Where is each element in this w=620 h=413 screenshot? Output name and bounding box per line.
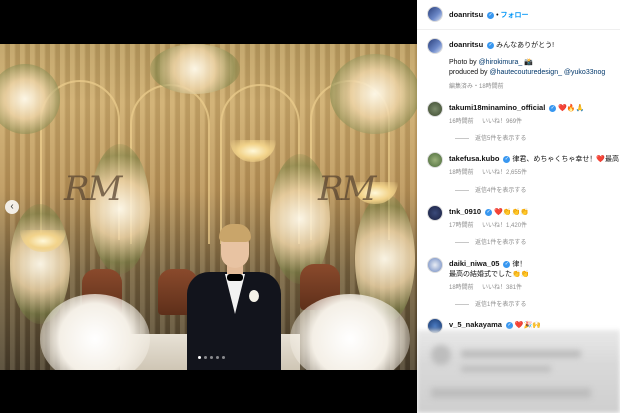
carousel-dot[interactable]	[216, 356, 219, 359]
comment-time[interactable]: 17時間前	[449, 223, 474, 229]
comment-time[interactable]: 18時間前	[449, 170, 474, 176]
comment-avatar[interactable]	[427, 152, 443, 168]
comment-line: tnk_0910 ✓ ❤️👏👏👏	[449, 207, 529, 216]
credit-photo: Photo by @hirokimura_ 📸	[449, 58, 533, 66]
boutonniere	[249, 290, 259, 302]
reply-line	[455, 189, 469, 191]
caption-text: みんなありがとう!	[496, 42, 555, 49]
carousel-dot[interactable]	[198, 356, 201, 359]
comment-username[interactable]: tnk_0910	[449, 207, 481, 216]
view-replies[interactable]: 返信1件を表示する	[455, 237, 526, 246]
avatar[interactable]	[427, 6, 443, 22]
floral-decor	[90, 144, 150, 274]
comment-text: 律君、めちゃくちゃ幸せ！❤️最高	[512, 156, 620, 163]
comment-line: daiki_niwa_05 ✓ 律！	[449, 259, 526, 269]
verified-icon: ✓	[503, 260, 511, 268]
monogram-right: RM	[318, 169, 376, 209]
comment-line: takumi18minamino_official ✓ ❤️🔥🙏	[449, 103, 584, 112]
reply-line	[455, 303, 469, 305]
comment-likes[interactable]: いいね！1,420件	[482, 223, 527, 229]
comment-likes[interactable]: いいね！381件	[482, 285, 522, 291]
comment-meta: 17時間前 いいね！1,420件	[449, 220, 527, 229]
floral-decor	[150, 44, 240, 94]
verified-icon: ✓	[549, 104, 557, 112]
groom-figure	[183, 224, 285, 370]
comment-line: takefusa.kubo ✓ 律君、めちゃくちゃ幸せ！❤️最高	[449, 154, 619, 164]
comment-meta: 16時間前 いいね！969件	[449, 116, 522, 125]
comment-avatar[interactable]	[427, 205, 443, 221]
comment-line: v_5_nakayama ✓ ❤️🎉🙌	[449, 320, 541, 329]
header-user: doanritsu ✓ • フォロー	[449, 10, 528, 20]
comment-time[interactable]: 18時間前	[449, 285, 474, 291]
media-pane: RM RM ‹	[0, 0, 417, 413]
carousel-dot[interactable]	[222, 356, 225, 359]
comment-avatar[interactable]	[427, 101, 443, 117]
comment-text-line2: 最高の結婚式でした👏👏	[449, 271, 530, 278]
post-side-panel: doanritsu ✓ • フォロー doanritsu ✓ みんなありがとう!…	[417, 0, 620, 413]
caption-username[interactable]: doanritsu	[449, 40, 483, 49]
comment-text: 律！	[512, 261, 527, 268]
view-replies-label[interactable]: 返信5件を表示する	[475, 136, 526, 142]
view-replies[interactable]: 返信1件を表示する	[455, 299, 526, 308]
comment-username[interactable]: takefusa.kubo	[449, 154, 499, 163]
comment-meta: 18時間前 いいね！2,655件	[449, 167, 527, 176]
verified-icon: ✓	[487, 11, 495, 19]
comment-username[interactable]: takumi18minamino_official	[449, 103, 545, 112]
camera-icon: 📸	[524, 59, 533, 66]
credit-produced: produced by @hautecouturedesign_ @yuko33…	[449, 69, 605, 76]
blurred-content	[431, 388, 591, 398]
post-meta: 編集済み・18時間前	[449, 84, 504, 90]
caption-line: doanritsu ✓ みんなありがとう!	[449, 40, 554, 50]
comment-text: ❤️👏👏👏	[494, 209, 529, 216]
blurred-content	[461, 350, 581, 358]
comment-meta: 18時間前 いいね！381件	[449, 282, 522, 291]
comment-text: ❤️🎉🙌	[514, 322, 542, 329]
view-replies[interactable]: 返信4件を表示する	[455, 185, 526, 194]
post-photo[interactable]: RM RM	[0, 44, 417, 370]
bow-tie	[227, 274, 243, 281]
view-replies[interactable]: 返信5件を表示する	[455, 133, 526, 142]
post-header: doanritsu ✓ • フォロー	[417, 0, 620, 30]
verified-icon: ✓	[505, 321, 513, 329]
comment-likes[interactable]: いいね！969件	[482, 119, 522, 125]
view-replies-label[interactable]: 返信1件を表示する	[475, 302, 526, 308]
carousel-prev-button[interactable]: ‹	[5, 200, 19, 214]
credit-produced-prefix: produced by	[449, 69, 490, 76]
view-replies-label[interactable]: 返信4件を表示する	[475, 188, 526, 194]
verified-icon: ✓	[503, 155, 511, 163]
floral-decor	[330, 54, 417, 134]
reply-line	[455, 137, 469, 139]
credit-photo-prefix: Photo by	[449, 59, 479, 66]
blurred-content	[431, 345, 451, 365]
credit-produced-links[interactable]: @hautecouturedesign_ @yuko33nog	[489, 69, 605, 76]
view-replies-label[interactable]: 返信1件を表示する	[475, 240, 526, 246]
comment-avatar[interactable]	[427, 257, 443, 273]
hair	[219, 224, 251, 242]
carousel-dot[interactable]	[210, 356, 213, 359]
caption-avatar[interactable]	[427, 38, 443, 54]
comment-username[interactable]: v_5_nakayama	[449, 320, 502, 329]
carousel-dot[interactable]	[204, 356, 207, 359]
verified-icon: ✓	[487, 41, 495, 49]
comment-likes[interactable]: いいね！2,655件	[482, 170, 527, 176]
comment-username[interactable]: daiki_niwa_05	[449, 259, 499, 268]
comment-time[interactable]: 16時間前	[449, 119, 474, 125]
credit-photo-link[interactable]: @hirokimura_	[479, 59, 523, 66]
header-username[interactable]: doanritsu	[449, 10, 483, 19]
carousel-dots	[198, 356, 225, 359]
follow-button[interactable]: フォロー	[500, 12, 528, 19]
verified-icon: ✓	[485, 208, 493, 216]
comment-text: ❤️🔥🙏	[558, 105, 585, 112]
blurred-content	[461, 366, 551, 372]
monogram-left: RM	[64, 169, 122, 209]
reply-line	[455, 241, 469, 243]
